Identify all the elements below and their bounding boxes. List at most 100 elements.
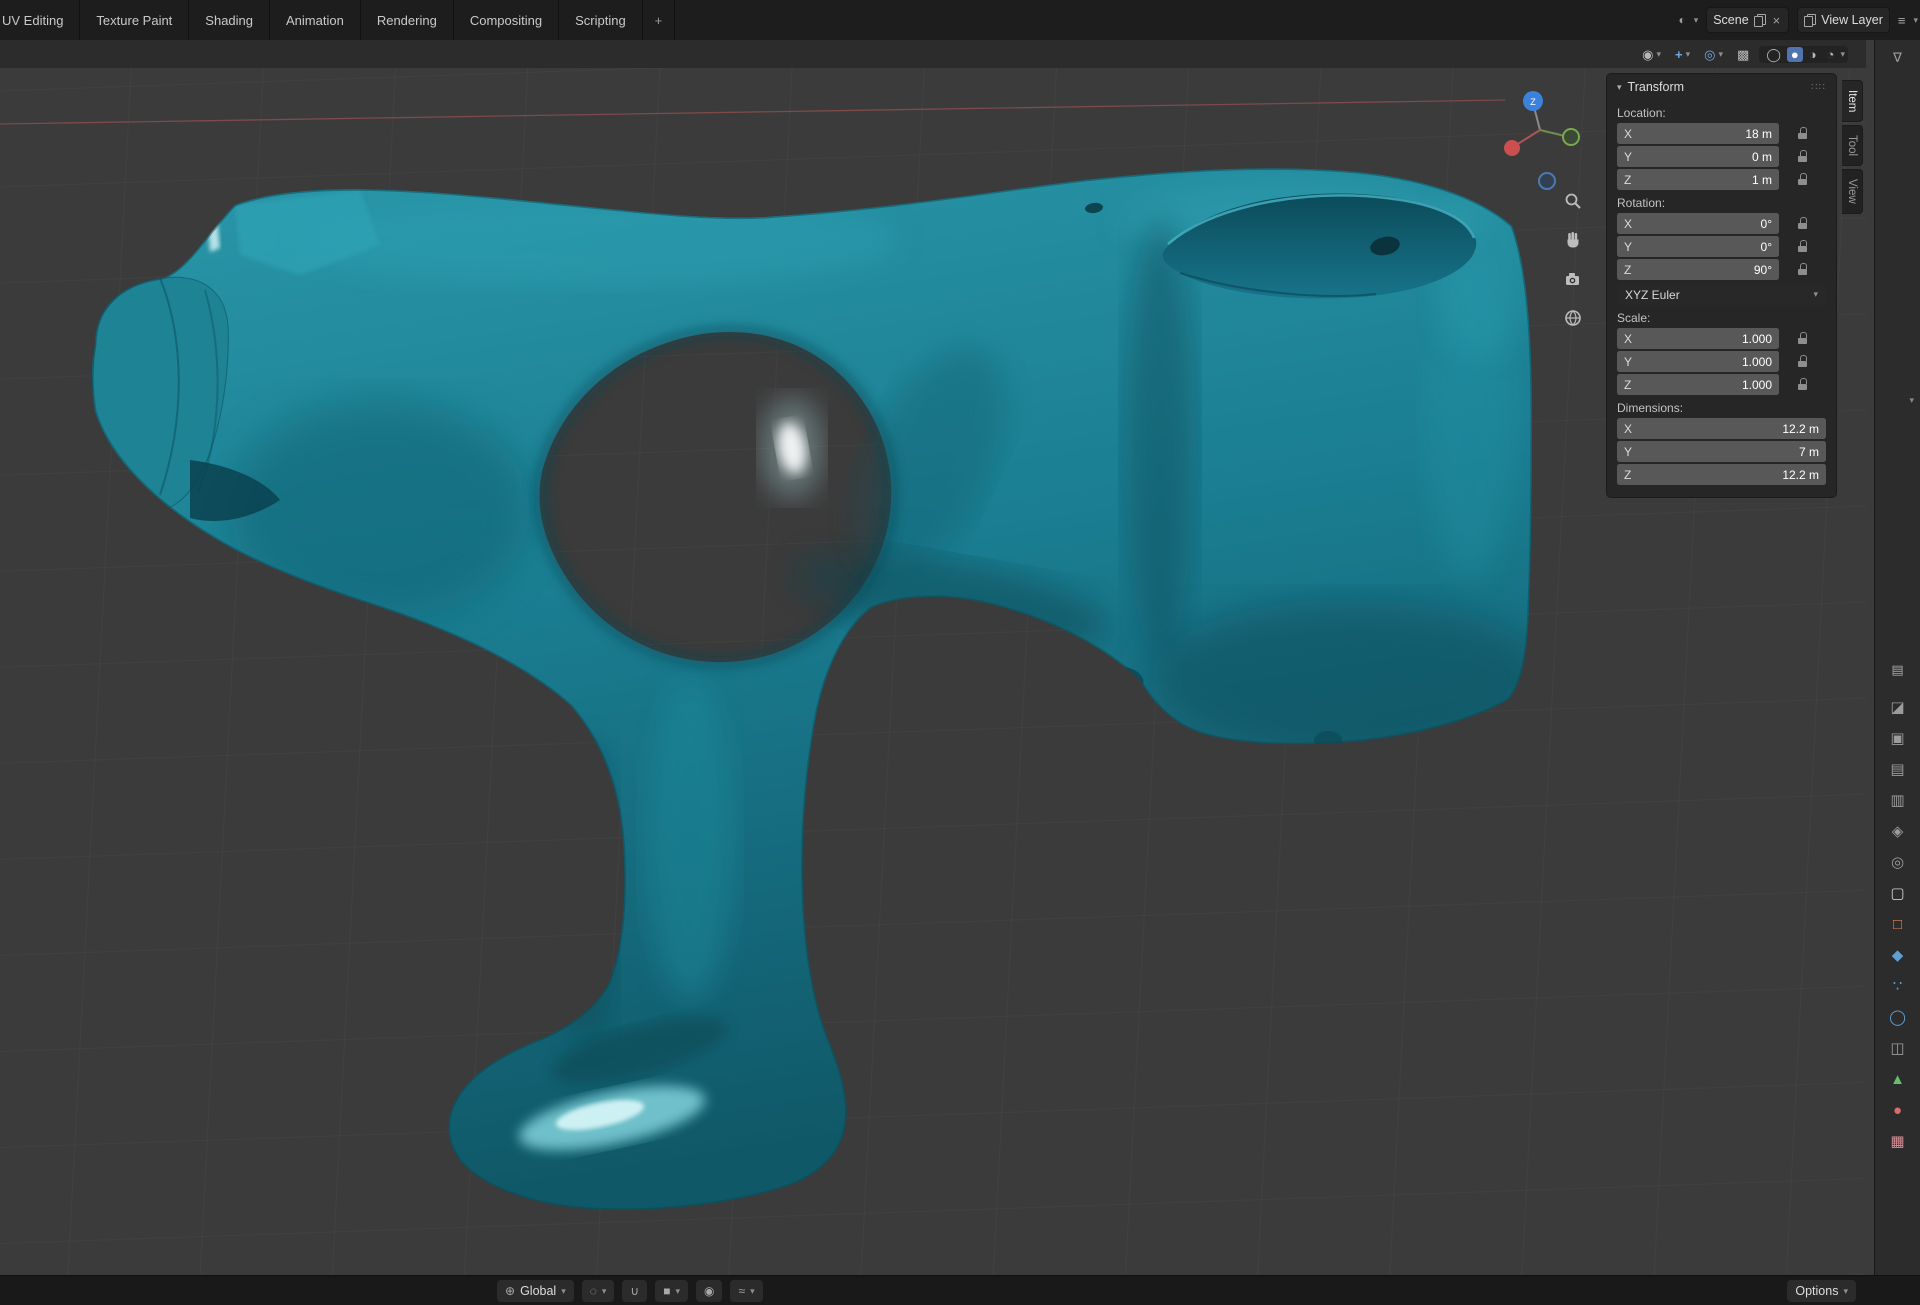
panel-grip-icon[interactable]: ∷∷ <box>1811 82 1826 93</box>
editor-menu-icon[interactable]: ≡ <box>1898 13 1906 28</box>
snap-toggle[interactable]: ∪ <box>622 1280 647 1302</box>
location-y-field[interactable]: Y0 m <box>1617 146 1779 167</box>
camera-view-icon[interactable] <box>1560 266 1586 292</box>
shading-solid-button[interactable]: ● <box>1787 47 1803 62</box>
properties-tab-world[interactable]: ◎ <box>1887 855 1909 870</box>
properties-tab-view-layer[interactable]: ▥ <box>1887 793 1909 808</box>
lock-icon <box>1798 332 1808 345</box>
transform-panel-header[interactable]: ▾ Transform ∷∷ <box>1617 74 1826 100</box>
viewport-3d[interactable]: ◉▾ +▾ ◎▾ ▩ ◯ ● ◑ ◔ ▾ <box>0 40 1866 1275</box>
location-x-field[interactable]: X18 m <box>1617 123 1779 144</box>
tab-rendering[interactable]: Rendering <box>361 0 454 40</box>
shading-wireframe-button[interactable]: ◯ <box>1762 47 1785 62</box>
scene-name[interactable]: Scene <box>1713 13 1748 27</box>
filter-icon[interactable]: ∇ <box>1875 50 1920 66</box>
scale-z-field[interactable]: Z1.000 <box>1617 374 1779 395</box>
show-overlays-toggle[interactable]: ◎▾ <box>1700 47 1727 62</box>
scene-browse-chevron-icon[interactable]: ▾ <box>1694 15 1699 26</box>
object-visibility-button[interactable]: ◉▾ <box>1638 47 1665 62</box>
sidebar-tab-view[interactable]: View <box>1842 169 1863 214</box>
tab-compositing[interactable]: Compositing <box>454 0 559 40</box>
gizmo-x-axis[interactable] <box>1504 140 1520 156</box>
add-workspace-button[interactable]: + <box>643 0 676 40</box>
properties-editor-menu-icon[interactable]: ▤ <box>1875 662 1920 678</box>
orthographic-grid-icon[interactable] <box>1560 305 1586 331</box>
dimensions-z-field[interactable]: Z12.2 m <box>1617 464 1826 485</box>
show-gizmos-toggle[interactable]: +▾ <box>1671 47 1694 62</box>
scale-z-lock[interactable] <box>1793 378 1813 391</box>
scene-canvas[interactable] <box>0 40 1866 1275</box>
proportional-falloff-dropdown[interactable]: ≈ ▾ <box>730 1280 762 1302</box>
scale-y-field[interactable]: Y1.000 <box>1617 351 1779 372</box>
options-dropdown[interactable]: Options ▾ <box>1787 1280 1856 1302</box>
shading-rendered-button[interactable]: ◔ <box>1823 47 1839 62</box>
properties-tab-particles[interactable]: ∵ <box>1887 979 1909 994</box>
properties-tab-data[interactable]: ▲ <box>1887 1072 1909 1087</box>
properties-tab-scene[interactable]: ◈ <box>1887 824 1909 839</box>
lock-icon <box>1798 173 1808 186</box>
scale-label: Scale: <box>1617 311 1826 325</box>
dimensions-z-row: Z12.2 m <box>1617 464 1826 485</box>
view-layer-icon <box>1804 14 1816 27</box>
tool-settings-cluster: ⊕ Global ▾ ◌ ▾ ∪ ■ ▾ ◉ ≈ ▾ <box>497 1276 763 1305</box>
properties-tab-object[interactable]: □ <box>1887 917 1909 932</box>
location-y-row: Y0 m <box>1617 146 1826 167</box>
location-z-field[interactable]: Z1 m <box>1617 169 1779 190</box>
tab-animation[interactable]: Animation <box>270 0 361 40</box>
model-mesh-object[interactable] <box>92 168 1550 1210</box>
properties-tab-render[interactable]: ▣ <box>1887 731 1909 746</box>
tab-shading[interactable]: Shading <box>189 0 270 40</box>
options-label: Options <box>1795 1284 1838 1298</box>
gizmo-z-negative-axis[interactable] <box>1539 173 1555 189</box>
blender-window: UV Editing Texture Paint Shading Animati… <box>0 0 1920 1305</box>
rotation-x-lock[interactable] <box>1793 217 1813 230</box>
scene-name-field[interactable]: Scene × <box>1706 7 1789 33</box>
proportional-editing-toggle[interactable]: ◉ <box>696 1280 722 1302</box>
sidebar-tab-item[interactable]: Item <box>1842 80 1863 122</box>
properties-tab-output[interactable]: ▤ <box>1887 762 1909 777</box>
xray-toggle[interactable]: ▩ <box>1733 47 1753 62</box>
navigation-gizmo[interactable]: Z <box>1495 85 1585 195</box>
rotation-y-lock[interactable] <box>1793 240 1813 253</box>
tab-texture-paint[interactable]: Texture Paint <box>80 0 189 40</box>
editor-menu-chevron-icon[interactable]: ▾ <box>1913 15 1918 26</box>
shading-options-chevron-icon[interactable]: ▾ <box>1840 49 1845 60</box>
pan-hand-icon[interactable] <box>1560 227 1586 253</box>
rotation-z-field[interactable]: Z90° <box>1617 259 1779 280</box>
properties-tab-physics[interactable]: ◯ <box>1887 1010 1909 1025</box>
snap-settings-dropdown[interactable]: ■ ▾ <box>655 1280 688 1302</box>
rotation-y-field[interactable]: Y0° <box>1617 236 1779 257</box>
properties-tab-material[interactable]: ● <box>1887 1103 1909 1118</box>
region-toggle-icon[interactable]: ▾ <box>1909 395 1914 406</box>
collapse-icon[interactable]: ▾ <box>1617 82 1622 93</box>
pivot-point-dropdown[interactable]: ◌ ▾ <box>582 1280 615 1302</box>
shading-material-button[interactable]: ◑ <box>1805 47 1821 62</box>
zoom-icon[interactable] <box>1560 188 1586 214</box>
location-y-lock[interactable] <box>1793 150 1813 163</box>
gizmo-y-axis[interactable] <box>1563 129 1579 145</box>
scale-x-lock[interactable] <box>1793 332 1813 345</box>
transform-orientation-dropdown[interactable]: ⊕ Global ▾ <box>497 1280 574 1302</box>
rotation-z-lock[interactable] <box>1793 263 1813 276</box>
duplicate-scene-icon[interactable] <box>1754 14 1766 27</box>
dimensions-y-field[interactable]: Y7 m <box>1617 441 1826 462</box>
properties-tab-texture[interactable]: ▦ <box>1887 1134 1909 1149</box>
properties-tab-constraints[interactable]: ◫ <box>1887 1041 1909 1056</box>
tab-scripting[interactable]: Scripting <box>559 0 643 40</box>
properties-tab-modifiers[interactable]: ◆ <box>1887 948 1909 963</box>
view-layer-name[interactable]: View Layer <box>1821 13 1883 27</box>
unlink-scene-icon[interactable]: × <box>1771 13 1783 28</box>
rotation-mode-dropdown[interactable]: XYZ Euler ▾ <box>1617 284 1826 305</box>
scale-y-lock[interactable] <box>1793 355 1813 368</box>
tab-uv-editing[interactable]: UV Editing <box>0 0 80 40</box>
properties-tab-collection[interactable]: ▢ <box>1887 886 1909 901</box>
location-z-lock[interactable] <box>1793 173 1813 186</box>
location-x-lock[interactable] <box>1793 127 1813 140</box>
view-layer-field[interactable]: View Layer <box>1797 7 1890 33</box>
sidebar-tab-tool[interactable]: Tool <box>1842 125 1863 166</box>
scale-x-field[interactable]: X1.000 <box>1617 328 1779 349</box>
properties-tab-tool[interactable]: ◪ <box>1887 700 1909 715</box>
dimensions-x-field[interactable]: X12.2 m <box>1617 418 1826 439</box>
scene-browse-icon[interactable]: ◐ <box>1678 13 1685 27</box>
rotation-x-field[interactable]: X0° <box>1617 213 1779 234</box>
